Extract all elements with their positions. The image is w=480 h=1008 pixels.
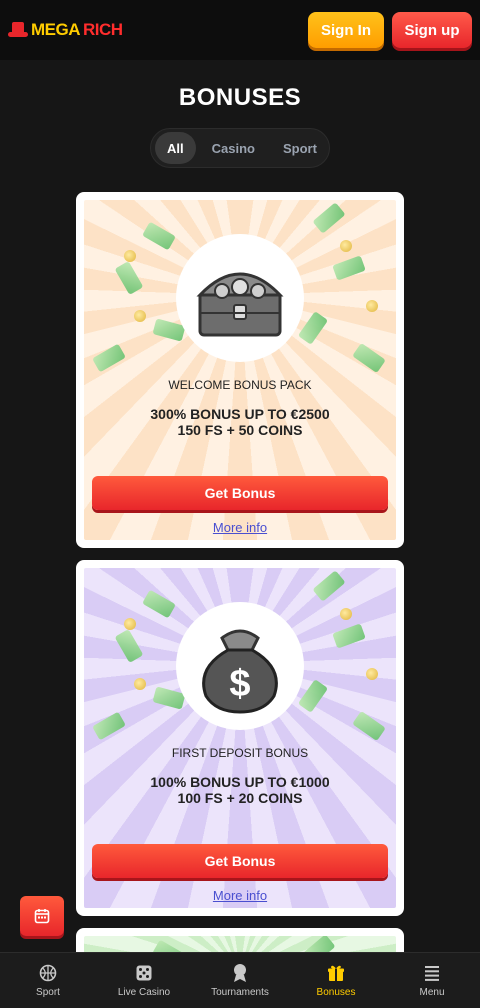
- bonus-card: $ FIRST DEPOSIT BONUS 100% BONUS UP TO €…: [76, 560, 404, 916]
- nav-item-tournaments[interactable]: Tournaments: [192, 953, 288, 1008]
- coin-icon: [366, 668, 378, 680]
- calendar-button[interactable]: [20, 896, 64, 936]
- coin-icon: [340, 240, 352, 252]
- coin-icon: [124, 618, 136, 630]
- nav-label: Live Casino: [117, 987, 171, 998]
- logo-text-mega: MEGA: [31, 20, 81, 39]
- money-bill-icon: [142, 589, 176, 619]
- nav-label: Sport: [36, 987, 60, 998]
- money-bill-icon: [92, 711, 126, 741]
- money-bag-image: $: [176, 602, 304, 730]
- bonus-filter: All Casino Sport: [150, 128, 330, 168]
- bonus-offer: 300% BONUS UP TO €2500 150 FS + 50 COINS: [84, 406, 396, 438]
- logo-text-rich: RICH: [83, 20, 123, 39]
- bottom-nav: Sport Live Casino Tournaments Bonuses Me…: [0, 952, 480, 1008]
- money-bill-icon: [312, 202, 346, 234]
- bonus-offer: 100% BONUS UP TO €1000 100 FS + 20 COINS: [84, 774, 396, 806]
- nav-item-menu[interactable]: Menu: [384, 953, 480, 1008]
- bonus-offer-line1: 100% BONUS UP TO €1000: [150, 774, 330, 790]
- treasure-chest-image: [176, 234, 304, 362]
- coin-icon: [134, 678, 146, 690]
- money-bill-icon: [297, 679, 329, 713]
- money-bill-icon: [312, 570, 346, 602]
- filter-tab-casino[interactable]: Casino: [200, 132, 267, 164]
- nav-label: Tournaments: [211, 987, 269, 998]
- more-info-link[interactable]: More info: [84, 888, 396, 903]
- money-bill-icon: [352, 710, 386, 742]
- gift-icon: [326, 963, 346, 983]
- sign-up-button[interactable]: Sign up: [392, 12, 472, 48]
- money-bill-icon: [114, 629, 144, 663]
- nav-item-sport[interactable]: Sport: [0, 953, 96, 1008]
- coin-icon: [134, 310, 146, 322]
- calendar-icon: [34, 909, 50, 924]
- top-header: MEGA RICH Sign In Sign up: [0, 0, 480, 60]
- coin-icon: [340, 608, 352, 620]
- coin-icon: [366, 300, 378, 312]
- dice-icon: [134, 963, 154, 983]
- money-bill-icon: [142, 221, 176, 251]
- money-bill-icon: [297, 311, 329, 345]
- treasure-chest-icon: [196, 272, 284, 337]
- coin-icon: [124, 250, 136, 262]
- hamburger-icon: [422, 963, 442, 983]
- money-bill-icon: [332, 255, 366, 281]
- money-bag-icon: $: [202, 629, 278, 714]
- get-bonus-button[interactable]: Get Bonus: [92, 844, 388, 878]
- money-bill-icon: [352, 342, 386, 374]
- page-title: BONUSES: [178, 84, 302, 111]
- nav-item-bonuses[interactable]: Bonuses: [288, 953, 384, 1008]
- bonus-offer-line1: 300% BONUS UP TO €2500: [150, 406, 330, 422]
- filter-tab-sport[interactable]: Sport: [271, 132, 329, 164]
- megarich-logo[interactable]: MEGA RICH: [8, 20, 123, 40]
- money-bill-icon: [332, 623, 366, 649]
- top-hat-icon: [8, 22, 28, 38]
- nav-item-live-casino[interactable]: Live Casino: [96, 953, 192, 1008]
- more-info-link[interactable]: More info: [84, 520, 396, 535]
- bonus-card-banner: $ FIRST DEPOSIT BONUS 100% BONUS UP TO €…: [84, 568, 396, 908]
- bonus-card-banner: WELCOME BONUS PACK 300% BONUS UP TO €250…: [84, 200, 396, 540]
- bonus-offer-line2: 100 FS + 20 COINS: [177, 790, 303, 806]
- sign-in-button[interactable]: Sign In: [308, 12, 384, 48]
- filter-tab-all[interactable]: All: [155, 132, 196, 164]
- money-bill-icon: [114, 261, 144, 295]
- nav-label: Bonuses: [316, 987, 356, 998]
- bonus-title: FIRST DEPOSIT BONUS: [171, 746, 309, 760]
- bonus-title: WELCOME BONUS PACK: [168, 378, 312, 392]
- basketball-icon: [38, 963, 58, 983]
- nav-label: Menu: [419, 987, 445, 998]
- money-bill-icon: [92, 343, 126, 373]
- svg-text:$: $: [229, 663, 250, 705]
- get-bonus-button[interactable]: Get Bonus: [92, 476, 388, 510]
- trophy-icon: [230, 963, 250, 983]
- bonus-offer-line2: 150 FS + 50 COINS: [177, 422, 303, 438]
- bonus-card: WELCOME BONUS PACK 300% BONUS UP TO €250…: [76, 192, 404, 548]
